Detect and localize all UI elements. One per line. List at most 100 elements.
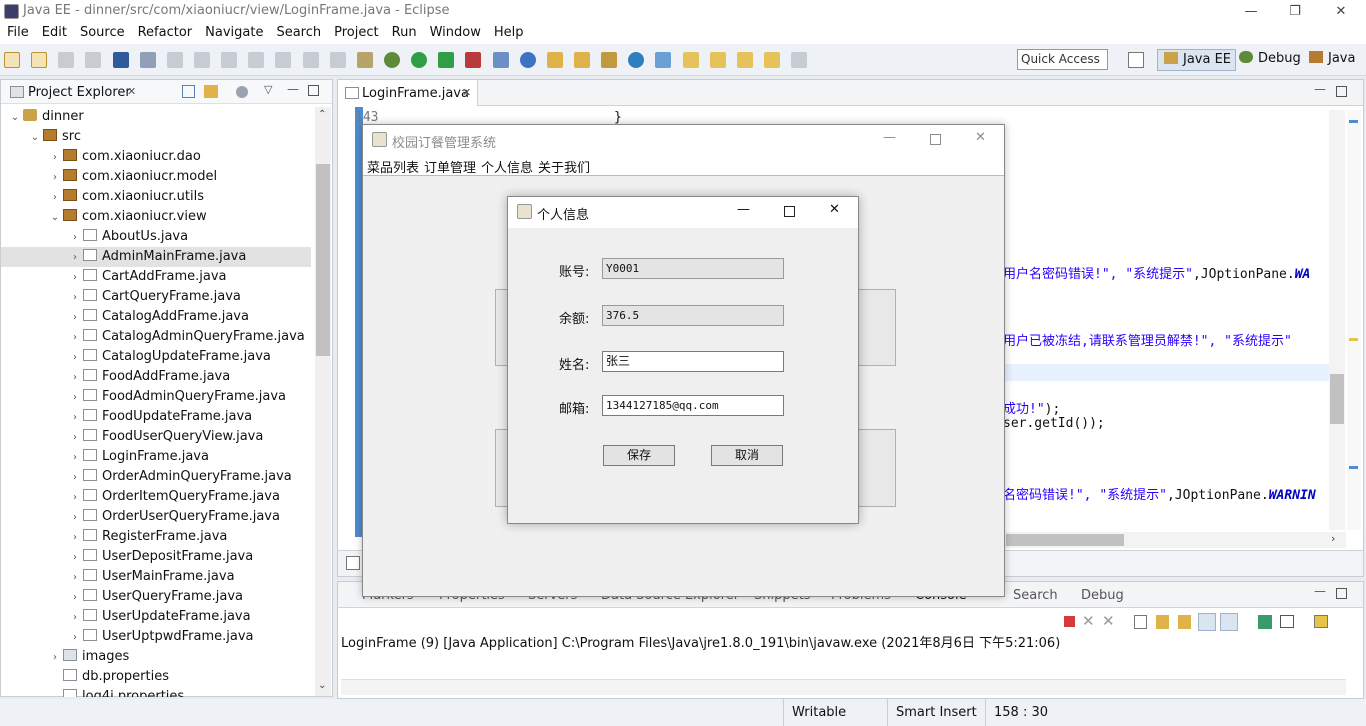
- run-server-icon[interactable]: [438, 52, 455, 68]
- external-tools-icon[interactable]: [465, 52, 482, 68]
- tree-expand-icon[interactable]: ›: [69, 588, 81, 608]
- tree-item[interactable]: › FoodUpdateFrame.java: [1, 407, 311, 427]
- menu-source[interactable]: Source: [73, 23, 131, 40]
- tree-item[interactable]: › AdminMainFrame.java: [1, 247, 311, 267]
- skip-breakpoints-icon[interactable]: [139, 52, 156, 68]
- console-minimize-icon[interactable]: —: [1314, 584, 1326, 598]
- save-all-icon[interactable]: [85, 52, 102, 68]
- save-button[interactable]: 保存: [603, 445, 675, 466]
- tree-expand-icon[interactable]: ›: [69, 248, 81, 268]
- tree-item[interactable]: › UserMainFrame.java: [1, 567, 311, 587]
- app-menu-about[interactable]: 关于我们: [538, 157, 590, 176]
- tree-expand-icon[interactable]: ›: [69, 628, 81, 648]
- scroll-down-icon[interactable]: ⌄: [318, 680, 326, 691]
- tree-item[interactable]: › UserQueryFrame.java: [1, 587, 311, 607]
- tree-item[interactable]: › FoodAddFrame.java: [1, 367, 311, 387]
- tree-expand-icon[interactable]: ›: [69, 608, 81, 628]
- drop-frame-icon[interactable]: [329, 52, 346, 68]
- view-menu-icon[interactable]: ▽: [264, 83, 272, 96]
- app-menu-dishes[interactable]: 菜品列表: [367, 157, 419, 176]
- tree-expand-icon[interactable]: ›: [69, 408, 81, 428]
- menu-navigate[interactable]: Navigate: [198, 23, 269, 40]
- remove-launch-icon[interactable]: ✕: [1082, 612, 1095, 630]
- menu-project[interactable]: Project: [327, 23, 384, 40]
- toggle-mark-icon[interactable]: [655, 52, 672, 68]
- tab-debug[interactable]: Debug: [1081, 588, 1124, 603]
- tree-item[interactable]: › CatalogUpdateFrame.java: [1, 347, 311, 367]
- minimize-button[interactable]: —: [1228, 0, 1274, 23]
- app-maximize-button[interactable]: [930, 134, 941, 145]
- suspend-icon[interactable]: [193, 52, 210, 68]
- dialog-close-button[interactable]: ✕: [829, 202, 840, 217]
- tree-item[interactable]: › CatalogAddFrame.java: [1, 307, 311, 327]
- tree-expand-icon[interactable]: ›: [49, 648, 61, 668]
- scroll-right-icon[interactable]: ›: [1331, 532, 1335, 545]
- maximize-button[interactable]: ❐: [1272, 0, 1318, 23]
- balance-field[interactable]: 376.5: [602, 305, 784, 326]
- tree-item[interactable]: db.properties: [1, 667, 311, 687]
- editor-minimize-icon[interactable]: —: [1314, 82, 1326, 96]
- new-wizard-icon[interactable]: [31, 52, 48, 68]
- menu-help[interactable]: Help: [487, 23, 530, 40]
- open-task-icon[interactable]: [573, 52, 590, 68]
- show-on-stderr-icon[interactable]: [1220, 613, 1238, 631]
- tree-expand-icon[interactable]: ›: [49, 148, 61, 168]
- next-annotation-icon[interactable]: [682, 52, 699, 68]
- editor-vertical-scrollbar[interactable]: [1329, 110, 1345, 530]
- menu-refactor[interactable]: Refactor: [131, 23, 199, 40]
- open-type-icon[interactable]: [546, 52, 563, 68]
- dialog-maximize-button[interactable]: [784, 206, 795, 217]
- use-step-filters-icon[interactable]: [356, 52, 373, 68]
- link-with-editor-icon[interactable]: [204, 85, 218, 98]
- account-field[interactable]: Y0001: [602, 258, 784, 279]
- editor-maximize-icon[interactable]: [1336, 86, 1347, 97]
- perspective-debug[interactable]: Debug: [1233, 49, 1305, 71]
- console-view-icon[interactable]: [112, 52, 129, 68]
- perspective-java-ee[interactable]: Java EE: [1157, 49, 1237, 71]
- run-icon[interactable]: [411, 52, 428, 68]
- tree-expand-icon[interactable]: ⌄: [49, 208, 61, 228]
- tree-item[interactable]: › RegisterFrame.java: [1, 527, 311, 547]
- tree-expand-icon[interactable]: ›: [49, 188, 61, 208]
- tab-close-icon[interactable]: ✕: [462, 86, 471, 99]
- editor-scroll-thumb[interactable]: [1330, 374, 1344, 424]
- menu-window[interactable]: Window: [423, 23, 487, 40]
- new-icon[interactable]: [4, 52, 20, 68]
- close-button[interactable]: ✕: [1318, 0, 1364, 23]
- tree-item[interactable]: › UserUpdateFrame.java: [1, 607, 311, 627]
- tree-expand-icon[interactable]: ›: [69, 368, 81, 388]
- tree-expand-icon[interactable]: ›: [69, 388, 81, 408]
- tree-scrollbar[interactable]: ⌃ ⌄: [315, 107, 331, 696]
- terminate-icon[interactable]: [221, 52, 238, 68]
- word-wrap-icon[interactable]: [1178, 615, 1191, 629]
- new-server-icon[interactable]: [492, 52, 509, 68]
- tab-search[interactable]: Search: [1013, 588, 1058, 603]
- search-icon[interactable]: [601, 52, 618, 68]
- tree-item[interactable]: › CartQueryFrame.java: [1, 287, 311, 307]
- minimize-view-icon[interactable]: —: [287, 82, 299, 96]
- app-menu-profile[interactable]: 个人信息: [481, 157, 533, 176]
- cancel-button[interactable]: 取消: [711, 445, 783, 466]
- tree-item[interactable]: ⌄ com.xiaoniucr.view: [1, 207, 311, 227]
- tree-expand-icon[interactable]: ›: [69, 308, 81, 328]
- tree-item[interactable]: log4j.properties: [1, 687, 311, 697]
- email-field[interactable]: 1344127185@qq.com: [602, 395, 784, 416]
- tree-item[interactable]: › FoodUserQueryView.java: [1, 427, 311, 447]
- prev-annotation-icon[interactable]: [709, 52, 726, 68]
- resume-icon[interactable]: [166, 52, 183, 68]
- step-over-icon[interactable]: [275, 52, 292, 68]
- tab-loginframe[interactable]: LoginFrame.java ✕: [338, 80, 478, 106]
- tree-item[interactable]: › com.xiaoniucr.model: [1, 167, 311, 187]
- tree-expand-icon[interactable]: ›: [69, 568, 81, 588]
- tree-expand-icon[interactable]: ›: [69, 528, 81, 548]
- console-hscrollbar[interactable]: [341, 679, 1346, 695]
- tree-item[interactable]: › OrderItemQueryFrame.java: [1, 487, 311, 507]
- dialog-minimize-button[interactable]: —: [737, 202, 750, 217]
- display-console-icon[interactable]: [1280, 615, 1294, 628]
- show-on-stdout-icon[interactable]: [1198, 613, 1216, 631]
- new-class-icon[interactable]: [519, 52, 536, 68]
- clear-console-icon[interactable]: [1134, 615, 1147, 629]
- step-into-icon[interactable]: [248, 52, 265, 68]
- collapse-all-icon[interactable]: [182, 85, 195, 98]
- maximize-view-icon[interactable]: [308, 85, 319, 96]
